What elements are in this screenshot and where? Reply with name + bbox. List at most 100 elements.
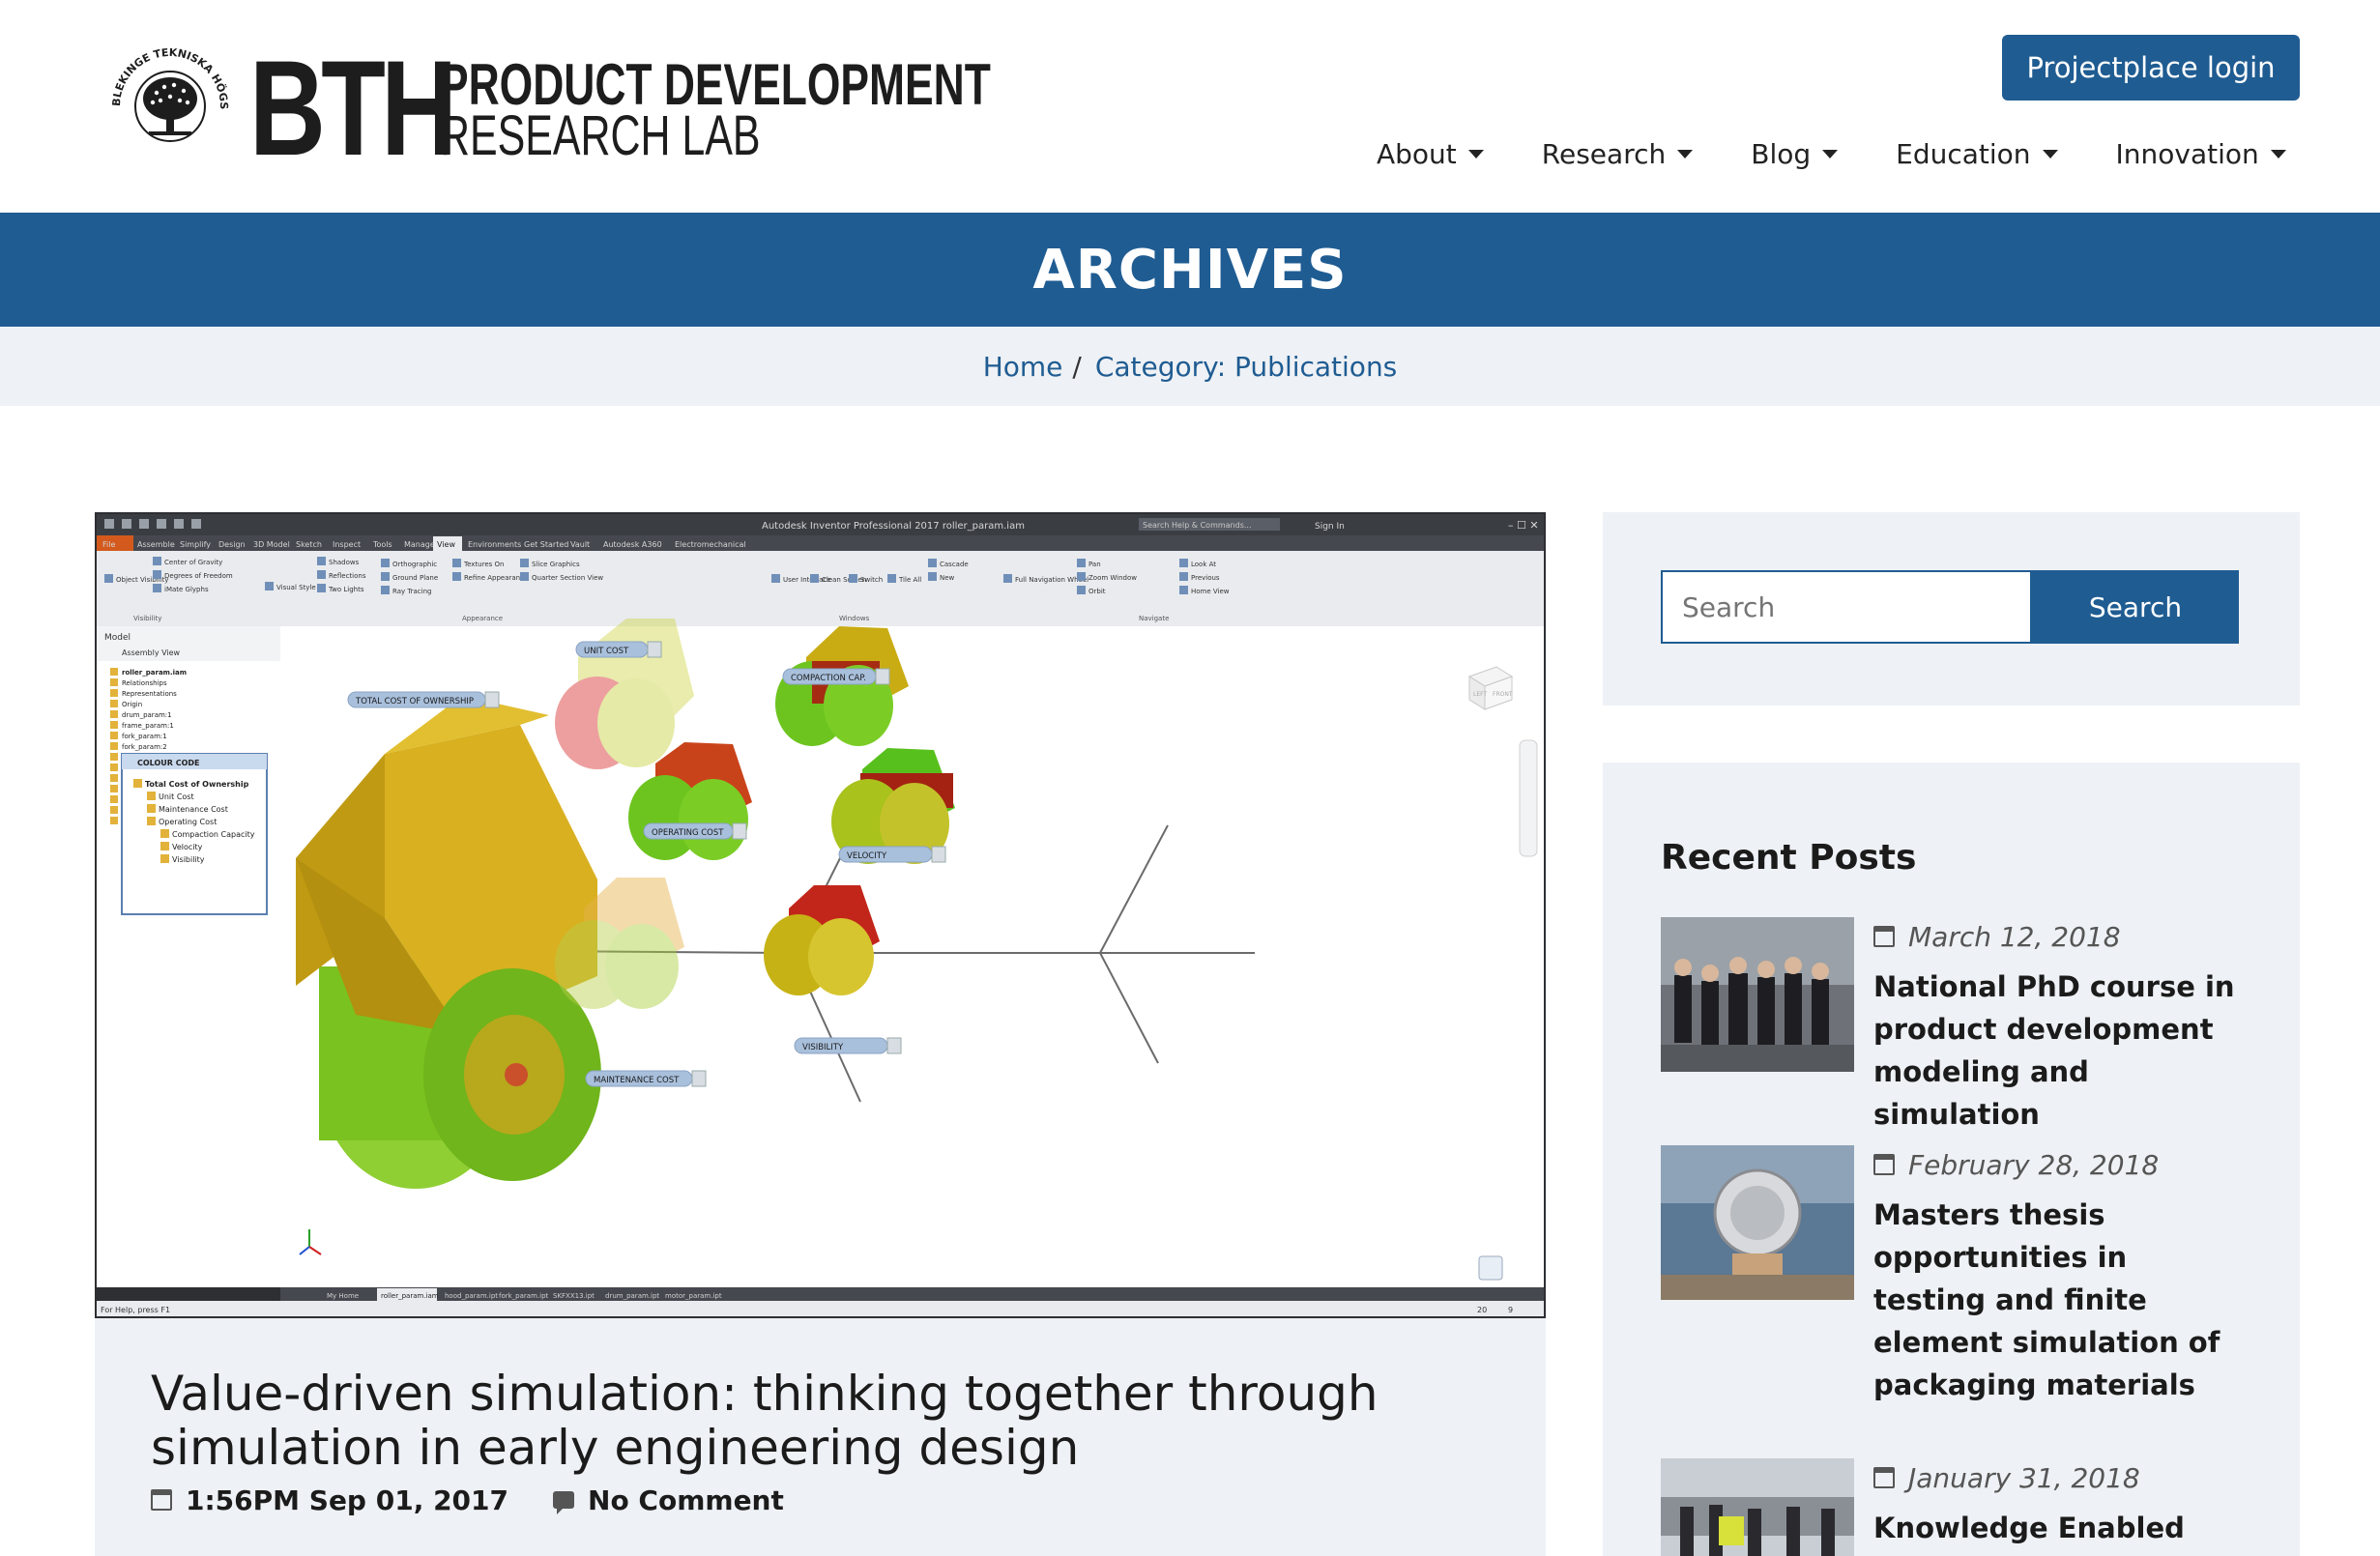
- window-controls-icon: – ☐ ✕: [1508, 519, 1539, 532]
- post-card: Autodesk Inventor Professional 2017 roll…: [95, 512, 1546, 1556]
- post-comments[interactable]: No Comment: [588, 1484, 784, 1516]
- nav-education[interactable]: Education: [1896, 137, 2058, 170]
- ribbon-item-label: Two Lights: [328, 586, 364, 593]
- graph-node-label: VISIBILITY: [802, 1043, 844, 1052]
- ribbon-item-label: Home View: [1191, 588, 1230, 595]
- nav-education-label: Education: [1896, 137, 2031, 170]
- recent-post-date: February 28, 2018: [1873, 1145, 2159, 1184]
- post-time: 1:56PM Sep 01, 2017: [186, 1484, 509, 1516]
- recent-post-thumbnail[interactable]: [1661, 1145, 1854, 1300]
- colour-code-title: COLOUR CODE: [137, 759, 200, 767]
- document-tab: hood_param.ipt: [445, 1292, 498, 1300]
- ribbon-item-label: Ground Plane: [392, 574, 438, 582]
- ribbon-item-icon: [452, 572, 461, 581]
- ribbon-item-label: Zoom Window: [1088, 574, 1137, 582]
- ribbon-group-label: Visibility: [133, 615, 161, 622]
- recent-post-thumbnail[interactable]: [1661, 1458, 1854, 1556]
- ribbon-item-label: Previous: [1191, 574, 1220, 582]
- tree-node-icon: [110, 732, 118, 739]
- colour-code-icon: [160, 854, 169, 863]
- viewcube-home-icon: [1478, 1255, 1503, 1281]
- menu-tab: Simplify: [180, 540, 211, 549]
- recent-posts-title: Recent Posts: [1661, 838, 1917, 878]
- ribbon-item-icon: [1077, 572, 1086, 581]
- ribbon-item-icon: [849, 574, 857, 583]
- ribbon-item-label: Slice Graphics: [532, 561, 580, 568]
- menu-tab: Inspect: [333, 540, 361, 549]
- ribbon-item-icon: [153, 557, 161, 565]
- colour-code-dialog: COLOUR CODE Total Cost of Ownership Unit …: [121, 753, 268, 915]
- page-title: ARCHIVES: [1032, 238, 1348, 302]
- breadcrumb-home[interactable]: Home: [983, 351, 1063, 383]
- assembly-view-label: Assembly View: [122, 648, 181, 657]
- graph-node-label: OPERATING COST: [652, 828, 724, 838]
- recent-post-date: January 31, 2018: [1873, 1458, 2140, 1497]
- tree-node: fork_param:2: [122, 743, 167, 751]
- sign-in-label: Sign In: [1315, 522, 1345, 532]
- ribbon-item-label: Center of Gravity: [164, 559, 222, 566]
- menu-tab: Vault: [570, 540, 590, 549]
- projectplace-login-button[interactable]: Projectplace login: [2002, 35, 2300, 101]
- colour-code-icon: [147, 792, 156, 800]
- menu-tab: File: [102, 540, 115, 549]
- dropdown-arrow-icon: [886, 1037, 902, 1054]
- nav-about[interactable]: About: [1377, 138, 1484, 170]
- ribbon-item-icon: [317, 570, 326, 579]
- colour-code-item: Operating Cost: [159, 818, 217, 826]
- app-title: Autodesk Inventor Professional 2017 roll…: [762, 521, 1025, 532]
- ribbon-item-icon: [887, 574, 896, 583]
- colour-code-item: Unit Cost: [159, 792, 194, 801]
- post-featured-image[interactable]: Autodesk Inventor Professional 2017 roll…: [95, 512, 1546, 1318]
- search-input[interactable]: [1661, 570, 2032, 644]
- tree-node: frame_param:1: [122, 722, 174, 730]
- caret-down-icon: [1677, 149, 1694, 158]
- document-tab: drum_param.ipt: [605, 1292, 659, 1300]
- status-bar: [97, 1301, 1544, 1316]
- menu-tab: View: [437, 540, 455, 549]
- tree-node-icon: [110, 764, 118, 771]
- post-title[interactable]: Value-driven simulation: thinking togeth…: [151, 1367, 1524, 1475]
- tree-node: drum_param:1: [122, 711, 172, 719]
- site-logo[interactable]: BLEKINGE TEKNISKA HÖGSKOLA · BTH · BTH P…: [106, 41, 991, 176]
- colour-code-icon: [160, 842, 169, 850]
- model-header: Model: [104, 633, 131, 643]
- tree-node-icon: [110, 753, 118, 761]
- tree-node: fork_param:1: [122, 733, 167, 740]
- search-button[interactable]: Search: [2032, 570, 2239, 644]
- ribbon-item-icon: [265, 582, 274, 591]
- recent-post-item[interactable]: January 31, 2018 Knowledge Enabled: [1661, 1458, 2260, 1556]
- colour-code-icon: [147, 804, 156, 813]
- tree-node-icon: [110, 700, 118, 707]
- ribbon-item-label: Orthographic: [392, 561, 437, 568]
- tree-node-icon: [110, 668, 118, 676]
- menu-tab: Electromechanical: [675, 540, 746, 549]
- comment-icon: [553, 1491, 575, 1514]
- ribbon-item-icon: [104, 574, 113, 583]
- recent-post-title[interactable]: Knowledge Enabled: [1873, 1507, 2241, 1549]
- ribbon-item-icon: [1179, 559, 1188, 567]
- recent-post-item[interactable]: March 12, 2018 National PhD course in pr…: [1661, 917, 2260, 1131]
- caret-down-icon: [1822, 149, 1839, 158]
- nav-research[interactable]: Research: [1542, 138, 1694, 170]
- nav-innovation[interactable]: Innovation: [2116, 138, 2286, 170]
- recent-post-date-text: March 12, 2018: [1908, 920, 2121, 953]
- recent-post-date-text: January 31, 2018: [1908, 1461, 2140, 1494]
- ribbon-item-icon: [520, 572, 529, 581]
- calendar-icon: [1873, 1154, 1895, 1175]
- tree-node-icon: [110, 774, 118, 782]
- tree-node-icon: [110, 806, 118, 814]
- dropdown-arrow-icon: [484, 691, 500, 708]
- nav-blog-label: Blog: [1751, 137, 1812, 170]
- ribbon-item-icon: [1077, 586, 1086, 594]
- recent-post-title[interactable]: National PhD course in product developme…: [1873, 965, 2241, 1136]
- ribbon-item-label: Textures On: [463, 561, 504, 568]
- recent-post-title[interactable]: Masters thesis opportunities in testing …: [1873, 1194, 2241, 1406]
- nav-about-label: About: [1377, 137, 1457, 170]
- recent-posts-widget: Recent Posts March 12, 2018 National PhD…: [1603, 763, 2300, 1556]
- recent-post-date: March 12, 2018: [1873, 917, 2121, 956]
- breadcrumb: Home / Category: Publications: [0, 327, 2380, 406]
- recent-post-item[interactable]: February 28, 2018 Masters thesis opportu…: [1661, 1145, 2260, 1426]
- page-banner: ARCHIVES: [0, 213, 2380, 327]
- nav-blog[interactable]: Blog: [1751, 137, 1839, 170]
- recent-post-thumbnail[interactable]: [1661, 917, 1854, 1072]
